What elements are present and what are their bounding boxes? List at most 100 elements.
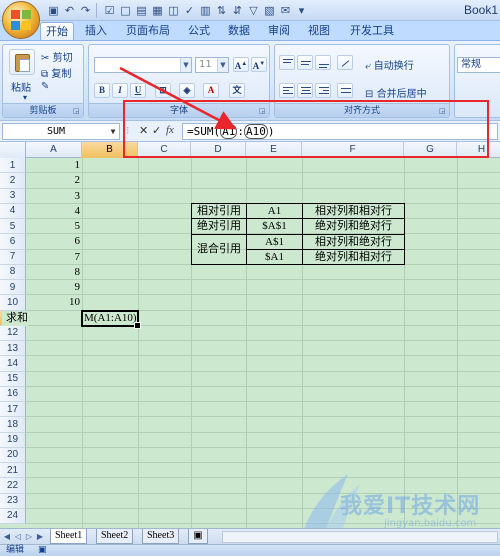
row-header-14[interactable]: 14 <box>0 356 26 372</box>
phonetic-button[interactable]: 文 <box>229 83 245 98</box>
chart-icon[interactable]: ▥ <box>198 3 213 18</box>
last-sheet-icon[interactable]: ▶ <box>35 531 45 543</box>
worksheet-grid[interactable]: A B C D E F G H 123456789101112131415161… <box>0 142 500 528</box>
paste-icon[interactable] <box>9 49 35 75</box>
sort-desc-icon[interactable]: ⇵ <box>230 3 245 18</box>
name-box[interactable]: SUM ▼ <box>2 123 120 140</box>
row-header-1[interactable]: 1 <box>0 158 26 174</box>
format-painter-button[interactable]: ✎ <box>41 81 49 92</box>
cell-a11[interactable]: 求和 <box>2 311 28 326</box>
row-header-5[interactable]: 5 <box>0 219 26 235</box>
cell-a3[interactable]: 3 <box>24 189 81 204</box>
align-left-icon[interactable] <box>279 83 295 98</box>
tab-home[interactable]: 开始 <box>40 22 74 40</box>
row-header-19[interactable]: 19 <box>0 432 26 448</box>
row-header-7[interactable]: 7 <box>0 249 26 265</box>
table-cell[interactable]: $A1 <box>246 248 303 266</box>
tab-insert[interactable]: 插入 <box>80 22 112 40</box>
tab-formulas[interactable]: 公式 <box>182 22 216 40</box>
grow-font-button[interactable]: A▲ <box>233 57 249 72</box>
sort-icon[interactable]: ⇅ <box>214 3 229 18</box>
col-header-a[interactable]: A <box>26 142 82 158</box>
insert-sheet-icon[interactable]: ▣ <box>188 529 208 544</box>
tab-developer[interactable]: 开发工具 <box>344 22 400 40</box>
cut-button[interactable]: ✂ 剪切 <box>41 49 73 64</box>
prev-sheet-icon[interactable]: ◁ <box>13 531 23 543</box>
office-button[interactable] <box>2 1 40 39</box>
tab-view[interactable]: 视图 <box>302 22 336 40</box>
font-size-select[interactable]: 11 ▼ <box>195 57 229 73</box>
table-cell[interactable]: $A$1 <box>246 218 303 235</box>
border-button[interactable]: ⊞ <box>155 83 171 98</box>
paste-button[interactable]: 粘贴 <box>11 79 31 94</box>
sheet-tab-2[interactable]: Sheet2 <box>96 529 134 544</box>
undo-icon[interactable]: ↶ <box>62 3 77 18</box>
shrink-font-button[interactable]: A▼ <box>251 57 267 72</box>
number-format-select[interactable]: 常规 <box>457 57 500 73</box>
select-all-corner[interactable] <box>0 142 26 158</box>
mail-icon[interactable]: ✉ <box>278 3 293 18</box>
redo-icon[interactable]: ↷ <box>78 3 93 18</box>
table-cell[interactable]: 相对列和相对行 <box>302 202 405 220</box>
table-cell-merged[interactable]: 混合引用 <box>191 233 247 265</box>
row-header-24[interactable]: 24 <box>0 508 26 524</box>
row-header-3[interactable]: 3 <box>0 188 26 204</box>
tab-page-layout[interactable]: 页面布局 <box>120 22 176 40</box>
bold-button[interactable]: B <box>94 83 110 98</box>
row-header-6[interactable]: 6 <box>0 234 26 250</box>
row-header-12[interactable]: 12 <box>0 325 26 341</box>
cell-a6[interactable]: 6 <box>24 234 81 249</box>
sheet-tab-1[interactable]: Sheet1 <box>50 529 88 544</box>
cell-a2[interactable]: 2 <box>24 173 81 188</box>
filter-icon[interactable]: ▽ <box>246 3 261 18</box>
spelling-icon[interactable]: ✓ <box>182 3 197 18</box>
row-header-22[interactable]: 22 <box>0 478 26 494</box>
cell-a10[interactable]: 10 <box>24 295 80 310</box>
align-top-icon[interactable] <box>279 55 295 70</box>
underline-button[interactable]: U <box>130 83 146 98</box>
checkbox-icon[interactable]: ☑ <box>102 3 117 18</box>
table-cell[interactable]: 绝对列和相对行 <box>302 248 405 266</box>
cell-a4[interactable]: 4 <box>24 204 81 219</box>
cell-a8[interactable]: 8 <box>24 265 81 280</box>
first-sheet-icon[interactable]: ◀ <box>2 531 12 543</box>
orientation-icon[interactable] <box>337 55 353 70</box>
new-icon[interactable]: □ <box>118 3 133 18</box>
row-header-15[interactable]: 15 <box>0 371 26 387</box>
italic-button[interactable]: I <box>112 83 128 98</box>
align-middle-icon[interactable] <box>297 55 313 70</box>
row-header-4[interactable]: 4 <box>0 203 26 219</box>
print-icon[interactable]: ▦ <box>150 3 165 18</box>
customize-icon[interactable]: ▾ <box>294 3 309 18</box>
row-header-20[interactable]: 20 <box>0 447 26 463</box>
row-header-8[interactable]: 8 <box>0 264 26 280</box>
tab-review[interactable]: 审阅 <box>262 22 296 40</box>
table-cell[interactable]: A1 <box>246 202 303 220</box>
align-center-icon[interactable] <box>297 83 313 98</box>
cell-a5[interactable]: 5 <box>24 219 81 234</box>
row-header-23[interactable]: 23 <box>0 493 26 509</box>
row-header-18[interactable]: 18 <box>0 417 26 433</box>
table-cell[interactable]: 绝对列和绝对行 <box>302 218 405 235</box>
cell-a1[interactable]: 1 <box>24 158 81 173</box>
table-cell[interactable]: A$1 <box>246 233 303 250</box>
row-header-10[interactable]: 10 <box>0 295 26 311</box>
row-header-13[interactable]: 13 <box>0 341 26 357</box>
align-right-icon[interactable] <box>315 83 331 98</box>
row-header-21[interactable]: 21 <box>0 463 26 479</box>
paste-dropdown-icon[interactable]: ▾ <box>23 93 27 102</box>
preview-icon[interactable]: ◫ <box>166 3 181 18</box>
font-name-select[interactable]: ▼ <box>94 57 192 73</box>
tab-data[interactable]: 数据 <box>222 22 256 40</box>
save-icon[interactable]: ▣ <box>46 3 61 18</box>
font-color-button[interactable]: A <box>203 83 219 98</box>
row-header-2[interactable]: 2 <box>0 173 26 189</box>
next-sheet-icon[interactable]: ▷ <box>24 531 34 543</box>
row-header-9[interactable]: 9 <box>0 280 26 296</box>
fill-color-button[interactable]: ◈ <box>179 83 195 98</box>
sheet-tab-3[interactable]: Sheet3 <box>142 529 180 544</box>
decrease-indent-icon[interactable] <box>337 83 353 98</box>
horizontal-scrollbar[interactable] <box>222 531 498 543</box>
table-cell[interactable]: 相对引用 <box>191 202 247 220</box>
open-icon[interactable]: ▤ <box>134 3 149 18</box>
